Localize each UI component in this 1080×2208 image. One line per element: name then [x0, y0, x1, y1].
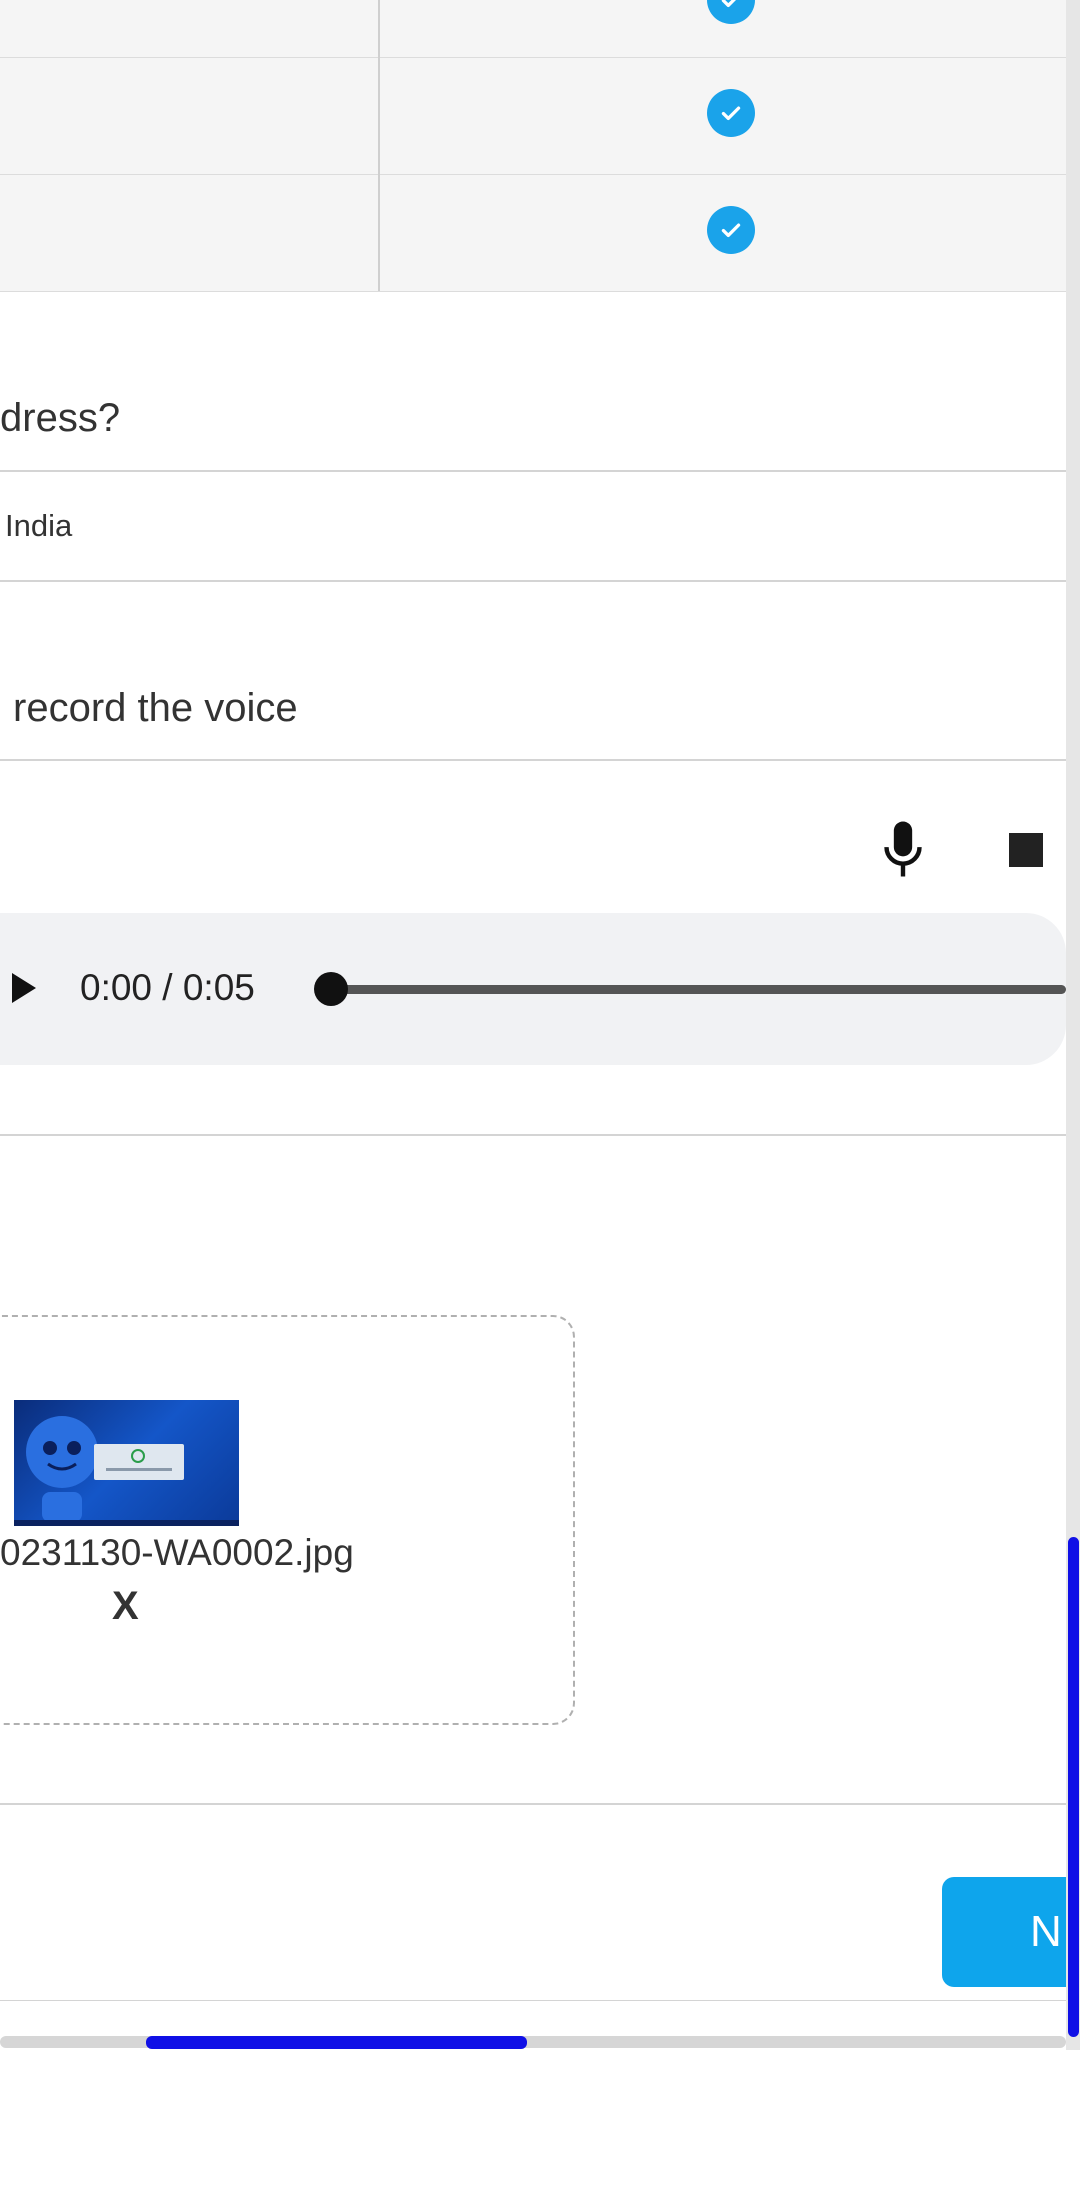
- divider: [0, 1803, 1066, 1805]
- horizontal-scrollbar-thumb[interactable]: [146, 2036, 527, 2049]
- address-question-label: dress?: [0, 396, 121, 440]
- microphone-icon[interactable]: [877, 818, 929, 880]
- next-button[interactable]: N: [942, 1877, 1080, 1987]
- divider: [0, 759, 1066, 761]
- divider: [0, 470, 1066, 472]
- uploaded-image-thumbnail: [14, 1400, 239, 1526]
- divider: [0, 580, 1066, 582]
- divider: [0, 2000, 1066, 2001]
- play-icon[interactable]: [8, 968, 40, 1008]
- table-row: [0, 0, 1066, 58]
- audio-seek-handle[interactable]: [314, 972, 348, 1006]
- divider: [0, 1134, 1066, 1136]
- table-column-divider: [378, 0, 380, 291]
- address-answer[interactable]: India: [5, 508, 72, 544]
- table-row: [0, 58, 1066, 175]
- next-button-label: N: [1030, 1907, 1062, 1956]
- table-row: [0, 175, 1066, 292]
- voice-question-label: record the voice: [13, 686, 298, 730]
- remove-file-button[interactable]: X: [112, 1584, 139, 1629]
- audio-seek-track[interactable]: [330, 985, 1066, 994]
- check-circle-icon: [707, 206, 755, 254]
- audio-time: 0:00 / 0:05: [80, 967, 255, 1008]
- check-circle-icon: [707, 89, 755, 137]
- check-circle-icon: [707, 0, 755, 24]
- vertical-scrollbar-thumb[interactable]: [1068, 1537, 1079, 2037]
- uploaded-file-name: 0231130-WA0002.jpg: [0, 1532, 354, 1573]
- stop-icon[interactable]: [1008, 832, 1044, 868]
